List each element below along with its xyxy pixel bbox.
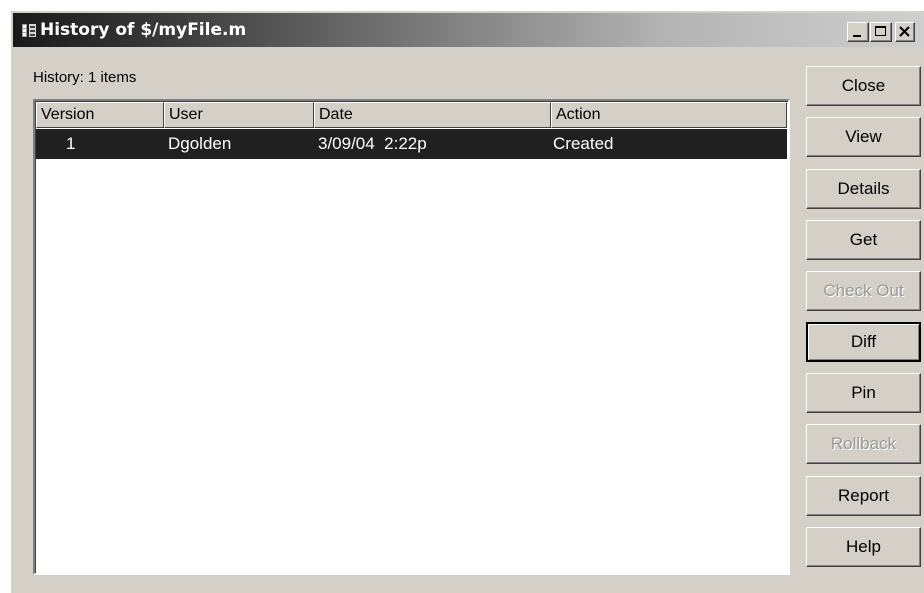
history-list[interactable]: Version User Date Action 1 Dgolden 3/09/… xyxy=(33,99,790,575)
details-button[interactable]: Details xyxy=(806,169,921,209)
history-count-label: History: 1 items xyxy=(33,69,137,86)
maximize-button[interactable] xyxy=(870,22,892,42)
view-button[interactable]: View xyxy=(806,117,921,157)
check-out-button[interactable]: Check Out xyxy=(806,271,921,311)
sourcesafe-app-icon xyxy=(22,24,36,37)
column-header-action[interactable]: Action xyxy=(551,102,787,128)
column-header-version[interactable]: Version xyxy=(36,102,164,128)
diff-button[interactable]: Diff xyxy=(806,322,921,362)
column-header-user[interactable]: User xyxy=(164,102,314,128)
history-dialog: History of $/myFile.m History: 1 items V… xyxy=(10,10,924,593)
close-window-button[interactable] xyxy=(895,22,915,42)
rollback-button[interactable]: Rollback xyxy=(806,424,921,464)
report-button[interactable]: Report xyxy=(806,476,921,516)
table-row[interactable]: 1 Dgolden 3/09/04 2:22p Created xyxy=(36,129,787,159)
action-cell: Created xyxy=(553,134,614,153)
pin-button[interactable]: Pin xyxy=(806,373,921,413)
minimize-button[interactable] xyxy=(847,22,869,42)
close-button[interactable]: Close xyxy=(806,66,921,106)
title-bar[interactable]: History of $/myFile.m xyxy=(13,13,924,47)
window-title: History of $/myFile.m xyxy=(40,20,247,40)
help-button[interactable]: Help xyxy=(806,527,921,567)
version-cell: 1 xyxy=(66,134,76,153)
get-button[interactable]: Get xyxy=(806,220,921,260)
date-cell: 3/09/04 2:22p xyxy=(318,134,427,153)
column-header-date[interactable]: Date xyxy=(314,102,551,128)
user-cell: Dgolden xyxy=(168,134,232,153)
